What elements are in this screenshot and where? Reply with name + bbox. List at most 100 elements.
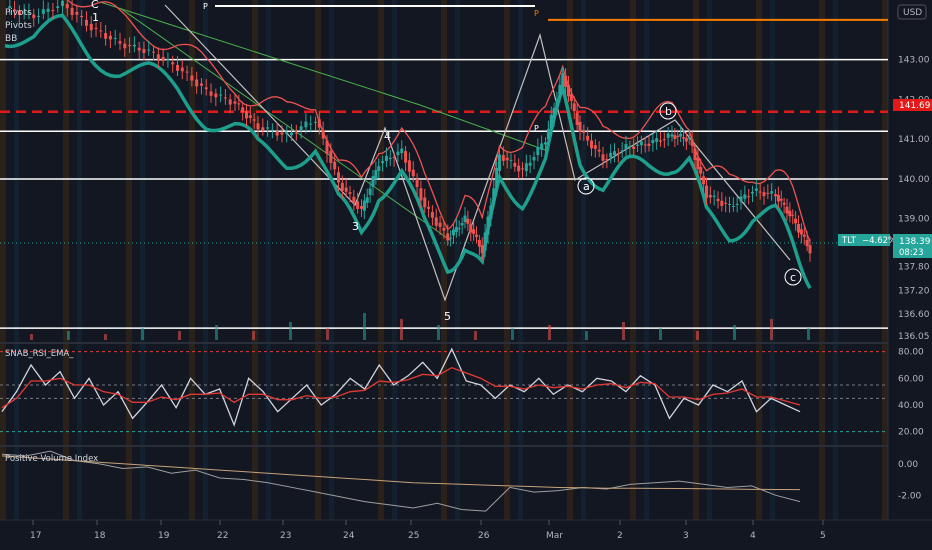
candle-body bbox=[483, 232, 487, 251]
price-tick: 139.00 bbox=[898, 215, 930, 225]
candle-body bbox=[204, 87, 208, 90]
candle-body bbox=[501, 155, 505, 161]
time-tick: 18 bbox=[94, 531, 106, 541]
candle-body bbox=[524, 163, 528, 171]
candle-body bbox=[166, 59, 170, 61]
volume-bar bbox=[363, 313, 366, 340]
candle-body bbox=[377, 166, 381, 171]
candle-body bbox=[808, 245, 812, 254]
candle-body bbox=[593, 145, 597, 149]
volume-bar bbox=[770, 319, 773, 340]
legend-bb[interactable]: BB bbox=[5, 34, 17, 44]
legend-pivots-2[interactable]: Pivots bbox=[5, 21, 32, 31]
level-badge: 141.69 bbox=[893, 99, 932, 111]
candle-body bbox=[624, 144, 628, 150]
volume-bar bbox=[30, 334, 33, 340]
candle-body bbox=[578, 121, 582, 133]
candle-body bbox=[662, 139, 666, 141]
candle-body bbox=[356, 201, 360, 209]
candle-body bbox=[438, 222, 442, 227]
volume-bar bbox=[326, 328, 329, 340]
candle-body bbox=[325, 140, 329, 154]
candle-body bbox=[552, 107, 556, 118]
candle-body bbox=[532, 156, 536, 161]
candle-body bbox=[442, 228, 446, 231]
candle-body bbox=[647, 143, 651, 146]
wave-label-5: 5 bbox=[444, 310, 451, 323]
chart-canvas[interactable]: 1345abcC 143.00142.00141.00140.00139.001… bbox=[0, 0, 932, 550]
time-tick: Mar bbox=[546, 531, 563, 541]
candle-body bbox=[368, 188, 372, 195]
candle-body bbox=[480, 245, 484, 254]
pvi-tick: -2.00 bbox=[898, 491, 922, 501]
candle-body bbox=[252, 119, 256, 121]
candle-body bbox=[415, 178, 419, 187]
candle-body bbox=[128, 45, 132, 47]
price-tick: 140.00 bbox=[898, 175, 930, 185]
rsi-tick: 20.00 bbox=[898, 428, 924, 438]
candle-body bbox=[314, 121, 317, 123]
candle-body bbox=[776, 194, 780, 202]
candle-body bbox=[632, 146, 636, 149]
pivot-p-mid: P bbox=[534, 124, 539, 133]
candle-body bbox=[256, 123, 260, 130]
candle-body bbox=[285, 132, 289, 134]
candle-body bbox=[245, 111, 248, 119]
wave-label-a: a bbox=[583, 180, 590, 193]
candle-body bbox=[384, 155, 388, 162]
candle-body bbox=[333, 161, 337, 170]
candle-body bbox=[423, 197, 427, 208]
candle-body bbox=[411, 169, 415, 177]
candle-body bbox=[802, 234, 806, 237]
candle-body bbox=[176, 64, 179, 71]
currency-button[interactable]: USD bbox=[897, 4, 927, 20]
candle-body bbox=[374, 170, 378, 179]
candle-body bbox=[509, 159, 513, 161]
price-tick: 141.00 bbox=[898, 135, 930, 145]
candle-body bbox=[549, 114, 553, 129]
candle-body bbox=[682, 137, 685, 139]
price-tick: 137.80 bbox=[898, 262, 930, 272]
legend-pivots-1[interactable]: Pivots bbox=[5, 8, 32, 18]
candle-body bbox=[190, 75, 194, 81]
candle-body bbox=[75, 11, 79, 15]
candle-body bbox=[572, 103, 576, 112]
candle-body bbox=[84, 19, 88, 26]
candle-body bbox=[666, 133, 670, 138]
candle-body bbox=[735, 203, 739, 205]
candle-body bbox=[241, 107, 245, 112]
candle-body bbox=[788, 210, 792, 217]
candle-body bbox=[582, 131, 586, 133]
wave-label-b: b bbox=[665, 105, 672, 118]
volume-bar bbox=[67, 331, 70, 340]
candle-body bbox=[371, 176, 375, 187]
candle-body bbox=[495, 167, 499, 187]
candle-body bbox=[616, 153, 620, 155]
candle-body bbox=[466, 218, 470, 224]
candle-body bbox=[601, 154, 605, 161]
candle-body bbox=[156, 54, 160, 60]
time-tick: 4 bbox=[750, 531, 756, 541]
pvi-title[interactable]: Positive Volume Index bbox=[5, 454, 98, 464]
rsi-tick: 40.00 bbox=[898, 401, 924, 411]
candle-body bbox=[434, 217, 438, 226]
candle-body bbox=[51, 9, 55, 12]
candle-body bbox=[597, 149, 601, 152]
candle-body bbox=[299, 126, 303, 130]
candle-body bbox=[137, 47, 141, 51]
candle-body bbox=[561, 72, 565, 87]
level-badge-value: 141.69 bbox=[899, 101, 931, 111]
candle-body bbox=[294, 132, 298, 134]
candle-body bbox=[659, 140, 662, 142]
rsi-title[interactable]: SNAB_RSI_EMA_ bbox=[5, 349, 74, 359]
candle-body bbox=[475, 234, 478, 237]
candle-body bbox=[161, 57, 165, 62]
candle-body bbox=[460, 223, 464, 226]
price-tick: 136.05 bbox=[898, 332, 930, 342]
candle-body bbox=[108, 35, 112, 40]
wave-label-c: c bbox=[790, 271, 796, 284]
candle-body bbox=[498, 154, 501, 171]
candle-body bbox=[219, 94, 223, 96]
candle-body bbox=[762, 192, 766, 197]
volume-bar bbox=[474, 331, 477, 340]
